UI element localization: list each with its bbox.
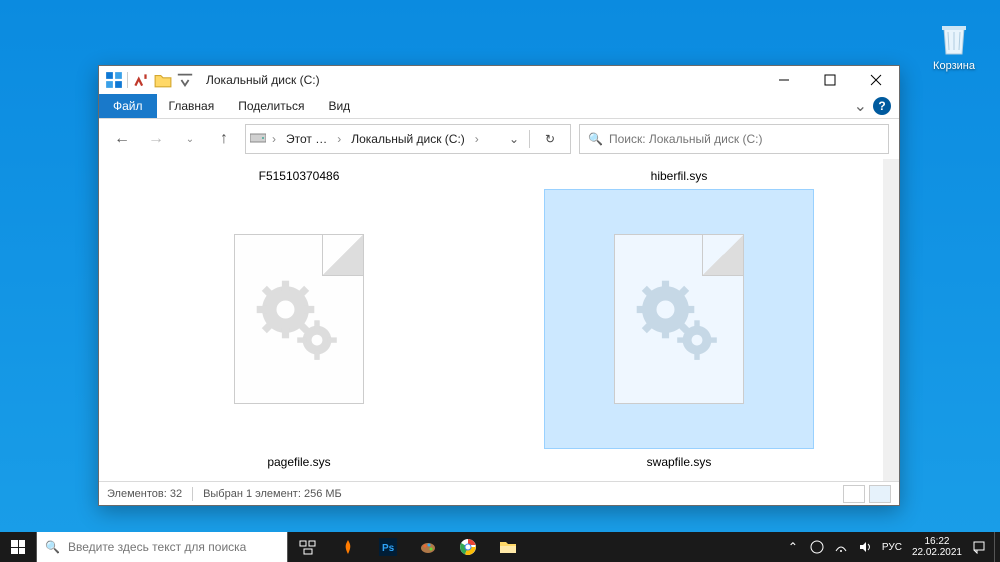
tray-volume-icon[interactable] (858, 540, 872, 554)
ribbon-expand-icon[interactable]: ⌄ (854, 96, 867, 116)
show-desktop-button[interactable] (994, 532, 1000, 562)
tray-network-icon[interactable] (834, 540, 848, 554)
qat-folder-icon[interactable] (154, 71, 172, 89)
address-dropdown-icon[interactable]: ⌄ (503, 132, 525, 146)
system-tray: ⌃ РУС 16:22 22.02.2021 (778, 532, 994, 562)
recycle-bin-icon (934, 18, 974, 58)
ribbon-tabs: Файл Главная Поделиться Вид ⌄ ? (99, 94, 899, 119)
file-name: hiberfil.sys (651, 167, 708, 185)
file-thumbnail[interactable] (164, 189, 434, 449)
nav-forward-button[interactable]: → (143, 126, 169, 152)
qat-app-icon[interactable] (105, 71, 123, 89)
taskbar-app-photoshop[interactable]: Ps (368, 532, 408, 562)
desktop-icon-label: Корзина (933, 60, 975, 72)
task-view-button[interactable] (288, 532, 328, 562)
taskbar-app-media[interactable] (328, 532, 368, 562)
status-selection: Выбран 1 элемент: 256 МБ (203, 488, 342, 500)
qat-properties-icon[interactable] (132, 71, 150, 89)
file-tile[interactable]: hiberfil.sys (499, 167, 859, 473)
window-title: Локальный диск (C:) (206, 73, 320, 87)
start-button[interactable] (0, 532, 36, 562)
navigation-row: ← → ⌄ ↑ › Этот … › Локальный диск (C:) ›… (99, 119, 899, 159)
search-box[interactable]: 🔍 (579, 124, 889, 154)
taskbar-app-paint[interactable] (408, 532, 448, 562)
nav-back-button[interactable]: ← (109, 126, 135, 152)
search-icon: 🔍 (588, 132, 603, 146)
vertical-scrollbar[interactable] (883, 159, 899, 481)
tray-google-icon[interactable] (810, 540, 824, 554)
tray-notifications-icon[interactable] (972, 540, 986, 554)
taskbar-app-chrome[interactable] (448, 532, 488, 562)
windows-logo-icon (11, 540, 25, 554)
nav-recent-dropdown[interactable]: ⌄ (177, 126, 203, 152)
taskbar-pinned-apps: Ps (288, 532, 528, 562)
quick-access-toolbar (99, 71, 200, 89)
search-input[interactable] (609, 132, 880, 146)
file-name: swapfile.sys (647, 453, 712, 471)
file-name: pagefile.sys (267, 453, 330, 471)
tray-date: 22.02.2021 (912, 547, 962, 558)
nav-up-button[interactable]: ↑ (211, 126, 237, 152)
tray-chevron-up-icon[interactable]: ⌃ (786, 540, 800, 554)
help-icon[interactable]: ? (873, 97, 891, 115)
tray-clock[interactable]: 16:22 22.02.2021 (912, 536, 962, 558)
status-item-count: Элементов: 32 (107, 488, 182, 500)
taskbar-app-explorer[interactable] (488, 532, 528, 562)
ribbon-tab-home[interactable]: Главная (157, 94, 227, 118)
view-tiles-button[interactable] (869, 485, 891, 503)
file-list-area[interactable]: F51510370486 (99, 159, 883, 481)
title-bar[interactable]: Локальный диск (C:) (99, 66, 899, 94)
ribbon-tab-file[interactable]: Файл (99, 94, 157, 118)
svg-text:Ps: Ps (382, 543, 395, 554)
file-thumbnail-selected[interactable] (544, 189, 814, 449)
system-file-icon (614, 234, 744, 404)
ribbon-tab-share[interactable]: Поделиться (226, 94, 316, 118)
status-bar: Элементов: 32 Выбран 1 элемент: 256 МБ (99, 481, 899, 505)
tray-language[interactable]: РУС (882, 542, 902, 553)
taskbar-search[interactable]: 🔍 (36, 532, 288, 562)
qat-dropdown-icon[interactable] (176, 71, 194, 89)
address-bar[interactable]: › Этот … › Локальный диск (C:) › ⌄ ↻ (245, 124, 571, 154)
qat-separator (127, 72, 128, 88)
chevron-right-icon[interactable]: › (270, 132, 278, 146)
breadcrumb-current[interactable]: Локальный диск (C:) (347, 127, 469, 151)
tray-time: 16:22 (912, 536, 962, 547)
ribbon-tab-view[interactable]: Вид (316, 94, 362, 118)
file-tile[interactable]: F51510370486 (119, 167, 479, 473)
system-file-icon (234, 234, 364, 404)
taskbar-search-input[interactable] (68, 540, 279, 554)
explorer-window: Локальный диск (C:) Файл Главная Поделит… (98, 65, 900, 506)
file-name: F51510370486 (259, 167, 340, 185)
refresh-button[interactable]: ↻ (534, 124, 566, 154)
search-icon: 🔍 (45, 540, 60, 554)
minimize-button[interactable] (761, 66, 807, 94)
desktop-icon-recycle-bin[interactable]: Корзина (926, 18, 982, 72)
close-button[interactable] (853, 66, 899, 94)
drive-icon (250, 132, 266, 147)
taskbar: 🔍 Ps ⌃ РУС 16:22 22.02.2021 (0, 532, 1000, 562)
chevron-right-icon[interactable]: › (473, 132, 481, 146)
breadcrumb-root[interactable]: Этот … (282, 127, 331, 151)
maximize-button[interactable] (807, 66, 853, 94)
chevron-right-icon[interactable]: › (335, 132, 343, 146)
view-details-button[interactable] (843, 485, 865, 503)
